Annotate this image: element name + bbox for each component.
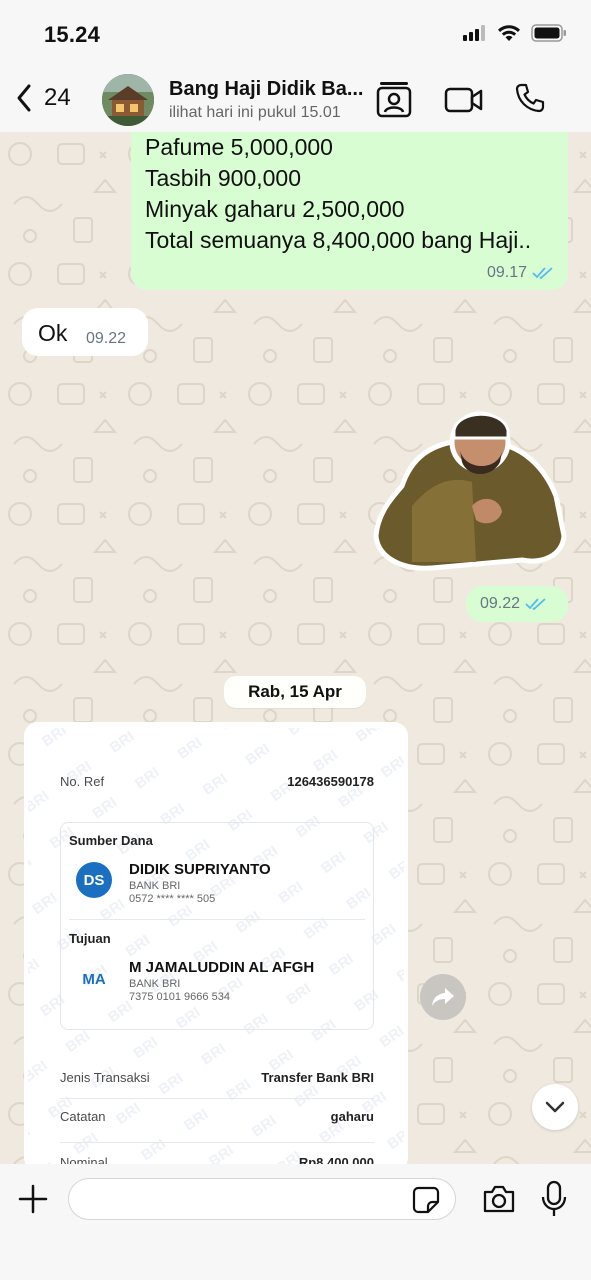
avatar-image bbox=[102, 74, 154, 126]
incoming-message[interactable]: Ok 09.22 bbox=[22, 308, 148, 356]
source-bank: BANK BRI bbox=[129, 880, 181, 892]
contact-name: Bang Haji Didik Ba... bbox=[169, 78, 364, 100]
message-text: Ok bbox=[38, 320, 68, 346]
avatar[interactable] bbox=[102, 74, 154, 126]
outgoing-message[interactable]: Pafume 5,000,000 Tasbih 900,000 Minyak g… bbox=[131, 132, 568, 290]
forward-button[interactable] bbox=[420, 974, 466, 1020]
message-time: 09.22 bbox=[480, 595, 521, 612]
no-ref-value: 126436590178 bbox=[287, 774, 374, 789]
back-button[interactable]: 24 bbox=[14, 82, 71, 114]
transaction-type-row: Jenis Transaksi Transfer Bank BRI bbox=[60, 1070, 374, 1085]
dest-account: 7375 0101 9666 534 bbox=[129, 991, 230, 1003]
read-ticks-icon bbox=[525, 598, 546, 611]
sticker-icon[interactable] bbox=[412, 1186, 440, 1214]
no-ref-label: No. Ref bbox=[60, 774, 105, 789]
message-text: Pafume 5,000,000 Tasbih 900,000 Minyak g… bbox=[145, 134, 532, 253]
wifi-icon bbox=[498, 25, 520, 41]
unread-count: 24 bbox=[44, 84, 71, 111]
composer-bar bbox=[0, 1164, 591, 1280]
video-call-icon[interactable] bbox=[444, 86, 484, 114]
message-input[interactable] bbox=[68, 1178, 456, 1220]
scroll-to-bottom-button[interactable] bbox=[532, 1084, 578, 1130]
transaction-type-label: Jenis Transaksi bbox=[60, 1070, 150, 1085]
dest-bank: BANK BRI bbox=[129, 978, 181, 990]
transaction-type-value: Transfer Bank BRI bbox=[261, 1070, 374, 1085]
no-ref-row: No. Ref 126436590178 bbox=[60, 774, 374, 789]
dest-name: M JAMALUDDIN AL AFGH bbox=[129, 959, 315, 976]
read-ticks-icon bbox=[532, 267, 553, 280]
camera-icon[interactable] bbox=[482, 1184, 516, 1214]
message-time: 09.22 bbox=[86, 330, 127, 347]
row-divider bbox=[60, 1098, 374, 1099]
back-icon bbox=[17, 84, 31, 112]
row-divider bbox=[60, 1142, 374, 1143]
message-meta: 09.17 bbox=[487, 264, 554, 282]
receipt-image-message[interactable]: BRI No. Ref 126436590178 Sumber Dana DS … bbox=[24, 722, 408, 1164]
chat-area[interactable]: Pafume 5,000,000 Tasbih 900,000 Minyak g… bbox=[0, 132, 591, 1164]
forward-icon bbox=[432, 988, 454, 1006]
amount-row: Nominal Rp8.400.000 bbox=[60, 1155, 374, 1164]
amount-value: Rp8.400.000 bbox=[298, 1155, 374, 1164]
voice-call-icon[interactable] bbox=[514, 82, 546, 114]
sticker-time-wrap: 09.22 bbox=[480, 595, 547, 613]
note-value: gaharu bbox=[330, 1109, 374, 1124]
contact-last-seen: ilihat hari ini pukul 15.01 bbox=[169, 104, 341, 121]
receipt: BRI No. Ref 126436590178 Sumber Dana DS … bbox=[28, 728, 404, 1164]
card-divider bbox=[69, 919, 365, 920]
sticker-meta: 09.22 bbox=[466, 586, 568, 622]
contact-info[interactable]: Bang Haji Didik Ba... ilihat hari ini pu… bbox=[169, 78, 365, 122]
transfer-parties-card: Sumber Dana DS DIDIK SUPRIYANTO BANK BRI… bbox=[60, 822, 374, 1030]
status-icons bbox=[463, 24, 567, 42]
source-account: 0572 **** **** 505 bbox=[129, 893, 216, 905]
dest-avatar: MA bbox=[82, 970, 106, 988]
source-name: DIDIK SUPRIYANTO bbox=[129, 861, 271, 878]
source-avatar: DS bbox=[76, 862, 112, 898]
source-title: Sumber Dana bbox=[69, 833, 153, 848]
dest-title: Tujuan bbox=[69, 931, 111, 946]
amount-label: Nominal bbox=[60, 1155, 108, 1164]
note-label: Catatan bbox=[60, 1109, 106, 1124]
chat-header: 24 Bang Haji Didik Ba... ilihat hari ini… bbox=[0, 66, 591, 132]
status-time: 15.24 bbox=[44, 22, 101, 47]
signal-icon bbox=[463, 25, 485, 41]
plus-icon[interactable] bbox=[16, 1182, 50, 1216]
battery-icon bbox=[531, 24, 566, 42]
sticker-image[interactable] bbox=[372, 386, 568, 572]
date-separator: Rab, 15 Apr bbox=[224, 676, 366, 708]
message-time: 09.17 bbox=[486, 264, 527, 281]
chevron-down-icon bbox=[545, 1101, 565, 1113]
contact-card-icon[interactable] bbox=[376, 80, 412, 118]
status-bar: 15.24 bbox=[0, 0, 591, 66]
note-row: Catatan gaharu bbox=[60, 1109, 374, 1124]
mic-icon[interactable] bbox=[540, 1180, 568, 1218]
